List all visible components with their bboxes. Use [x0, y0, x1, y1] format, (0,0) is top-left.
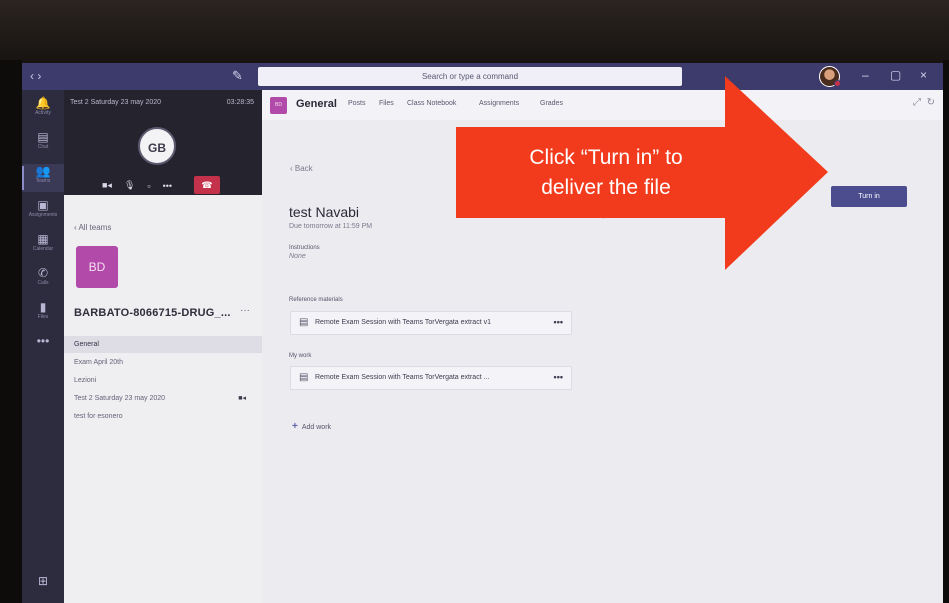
due-date: Due tomorrow at 11:59 PM [289, 223, 373, 230]
channel-name: General [296, 98, 337, 110]
meeting-call-bar: Test 2 Saturday 23 may 2020 03:28:35 GB … [64, 90, 262, 195]
reference-file-card[interactable]: ▤ Remote Exam Session with Teams TorVerg… [290, 311, 572, 335]
channel-item-esonero[interactable]: test for esonero [64, 408, 262, 425]
rail-item-chat[interactable]: ▤ Chat [22, 130, 64, 158]
channel-label: Test 2 Saturday 23 may 2020 [74, 395, 166, 402]
laptop-bezel-right [943, 60, 949, 603]
instructions-value: None [289, 253, 306, 260]
rail-label: Calendar [32, 246, 54, 252]
meeting-camera-icon: ■◂ [238, 395, 246, 402]
callout-line-1: Click “Turn in” to [529, 146, 683, 169]
participant-avatar: GB [138, 127, 176, 165]
tab-posts[interactable]: Posts [348, 100, 366, 107]
my-work-label: My work [289, 353, 312, 359]
presence-dot-icon [834, 80, 841, 87]
new-chat-compose-icon[interactable]: ✎ [232, 68, 243, 84]
minimize-icon[interactable]: – [862, 68, 869, 82]
assignment-title: test Navabi [289, 204, 360, 220]
teams-icon: 👥 [35, 164, 51, 178]
channel-item-general[interactable]: General [64, 336, 262, 353]
rail-label: Calls [37, 280, 49, 286]
file-more-icon[interactable]: ••• [554, 317, 563, 327]
rail-item-activity[interactable]: 🔔 Activity [22, 96, 64, 124]
channel-item-exam[interactable]: Exam April 20th [64, 354, 262, 371]
rail-item-files[interactable]: ▮ Files [22, 300, 64, 328]
plus-icon: + [292, 421, 298, 432]
team-name: BARBATO-8066715-DRUG_... [74, 307, 231, 319]
refresh-icon[interactable]: ↻ [927, 97, 935, 108]
add-work-button[interactable]: + Add work [292, 421, 331, 432]
channel-header: BD General Posts Files Class Notebook As… [262, 90, 943, 120]
back-link[interactable]: ‹ Back [290, 164, 313, 173]
rail-item-teams[interactable]: 👥 Teams [22, 164, 64, 192]
more-options-icon[interactable]: ••• [163, 181, 172, 191]
calendar-icon: ▦ [37, 232, 49, 246]
chat-icon: ▤ [37, 130, 49, 144]
tab-files[interactable]: Files [379, 100, 394, 107]
app-rail: 🔔 Activity ▤ Chat 👥 Teams ▣ Assignments … [22, 90, 64, 603]
close-icon[interactable]: × [920, 68, 927, 82]
more-icon: ••• [36, 334, 50, 348]
add-work-label: Add work [301, 424, 332, 431]
expand-icon[interactable]: ⤢ [913, 97, 921, 108]
hang-up-button[interactable]: ☎ [194, 176, 220, 194]
tab-grades[interactable]: Grades [540, 100, 563, 107]
rail-item-calendar[interactable]: ▦ Calendar [22, 232, 64, 260]
tab-class-notebook[interactable]: Class Notebook [407, 100, 456, 107]
points-value: No points [592, 212, 622, 219]
camera-icon[interactable]: ■◂ [102, 180, 112, 191]
back-forward-arrows-icon[interactable]: ‹ › [30, 69, 41, 83]
call-controls: ■◂ 🎙 ▫ ••• [102, 180, 172, 191]
callout-line-2: deliver the file [541, 176, 671, 199]
rail-item-assignments[interactable]: ▣ Assignments [22, 198, 64, 226]
files-icon: ▮ [39, 300, 47, 314]
file-name: Remote Exam Session with Teams TorVergat… [315, 319, 491, 326]
microphone-icon[interactable]: 🎙 [124, 180, 135, 191]
file-more-icon[interactable]: ••• [554, 372, 563, 382]
rail-item-apps[interactable]: ⊞ [22, 574, 64, 602]
maximize-icon[interactable]: ▢ [890, 68, 901, 82]
rail-item-calls[interactable]: ✆ Calls [22, 266, 64, 294]
calls-icon: ✆ [37, 266, 49, 280]
share-screen-icon[interactable]: ▫ [147, 181, 150, 191]
channel-avatar: BD [270, 97, 287, 114]
laptop-bezel-top [0, 0, 949, 68]
rail-label: Activity [35, 110, 51, 116]
document-icon: ▤ [299, 317, 309, 328]
rail-item-more[interactable]: ••• [22, 334, 64, 362]
team-avatar: BD [76, 246, 118, 288]
file-name: Remote Exam Session with Teams TorVergat… [315, 374, 490, 381]
user-avatar[interactable] [819, 66, 841, 87]
rail-label: Chat [37, 144, 49, 150]
rail-label: Teams [35, 178, 51, 184]
document-icon: ▤ [299, 372, 309, 383]
turn-in-button[interactable]: Turn in [831, 186, 907, 207]
meeting-title[interactable]: Test 2 Saturday 23 may 2020 [70, 99, 161, 106]
title-bar: ‹ › ✎ Search or type a command – ▢ × [22, 63, 943, 90]
assignments-icon: ▣ [37, 198, 49, 212]
my-work-file-card[interactable]: ▤ Remote Exam Session with Teams TorVerg… [290, 366, 572, 390]
instructions-label: Instructions [289, 245, 320, 251]
reference-materials-label: Reference materials [289, 297, 343, 303]
team-panel: Test 2 Saturday 23 may 2020 03:28:35 GB … [64, 90, 262, 603]
rail-label: Files [37, 314, 49, 320]
tab-assignments[interactable]: Assignments [479, 100, 519, 107]
laptop-bezel-left [0, 60, 22, 603]
meeting-timer: 03:28:35 [226, 99, 254, 106]
channel-item-test2[interactable]: Test 2 Saturday 23 may 2020 ■◂ [64, 390, 262, 407]
callout-text: Click “Turn in” to deliver the file [476, 143, 736, 203]
apps-grid-icon: ⊞ [37, 574, 49, 588]
rail-label: Assignments [28, 212, 58, 218]
search-input[interactable]: Search or type a command [258, 67, 682, 86]
all-teams-link[interactable]: ‹ All teams [74, 223, 111, 232]
team-more-options-icon[interactable]: ··· [240, 305, 250, 316]
bell-icon: 🔔 [35, 96, 51, 110]
channel-item-lezioni[interactable]: Lezioni [64, 372, 262, 389]
